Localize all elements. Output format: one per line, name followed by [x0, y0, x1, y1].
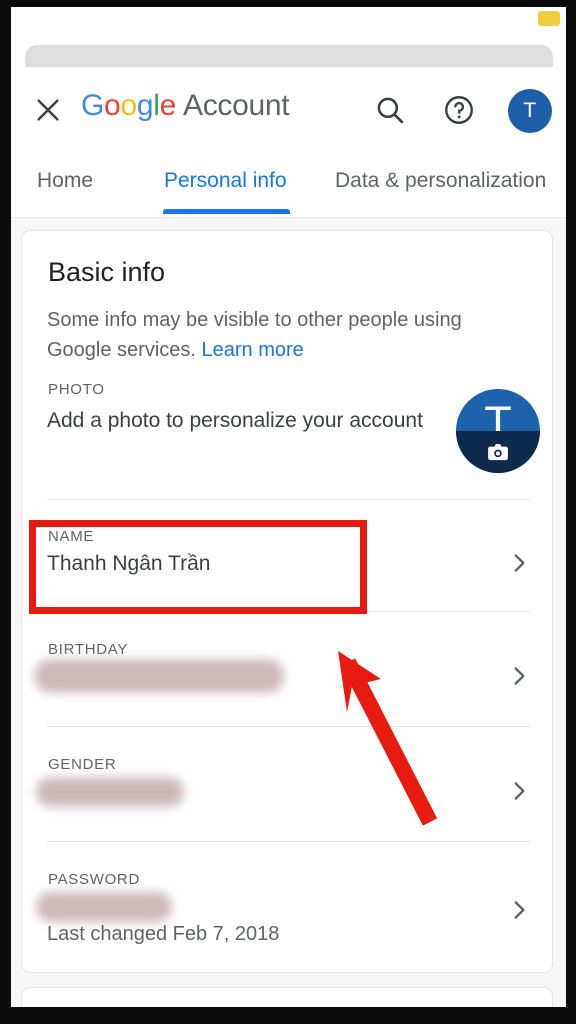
- row-label-gender: GENDER: [48, 756, 117, 773]
- chevron-right-icon[interactable]: [506, 550, 532, 576]
- divider: [47, 499, 530, 500]
- row-photo[interactable]: PHOTO Add a photo to personalize your ac…: [22, 381, 554, 501]
- product-name: Account: [182, 89, 290, 122]
- row-label-photo: PHOTO: [48, 381, 105, 398]
- app-header: Google Account T: [11, 67, 566, 155]
- row-value-name: Thanh Ngân Trần: [47, 552, 211, 575]
- chevron-right-icon[interactable]: [506, 778, 532, 804]
- tab-home[interactable]: Home: [37, 169, 93, 193]
- divider: [47, 611, 530, 612]
- redacted-value-birthday: [34, 659, 284, 693]
- search-icon[interactable]: [373, 93, 407, 127]
- redacted-value-gender: [36, 777, 184, 807]
- divider: [47, 841, 530, 842]
- tab-bar: Home Personal info Data & personalizatio…: [11, 155, 566, 217]
- chevron-right-icon[interactable]: [506, 663, 532, 689]
- row-value-photo: Add a photo to personalize your account: [47, 409, 423, 432]
- avatar[interactable]: T: [508, 89, 552, 133]
- contact-info-card: Contact info: [21, 987, 553, 1007]
- basic-info-card: Basic info Some info may be visible to o…: [21, 230, 553, 973]
- help-icon[interactable]: [442, 93, 476, 127]
- photo-frame: Google Account T Home Personal info Data…: [0, 0, 576, 1024]
- tab-data-personalization[interactable]: Data & personalization: [335, 169, 546, 193]
- phone-screen: Google Account T Home Personal info Data…: [11, 7, 566, 1007]
- close-icon[interactable]: [33, 95, 63, 125]
- row-label-name: NAME: [48, 528, 95, 545]
- profile-photo-avatar[interactable]: T: [456, 389, 540, 473]
- row-birthday[interactable]: BIRTHDAY: [22, 629, 554, 727]
- avatar-initial: T: [523, 99, 537, 122]
- password-last-changed: Last changed Feb 7, 2018: [47, 923, 280, 945]
- page-title: Basic info: [48, 257, 166, 287]
- chevron-right-icon[interactable]: [506, 897, 532, 923]
- status-badge: [538, 11, 560, 26]
- tab-personal-info[interactable]: Personal info: [164, 169, 287, 193]
- card-description: Some info may be visible to other people…: [47, 305, 527, 365]
- learn-more-link[interactable]: Learn more: [202, 339, 304, 361]
- row-password[interactable]: PASSWORD Last changed Feb 7, 2018: [22, 859, 554, 969]
- divider: [47, 726, 530, 727]
- row-label-birthday: BIRTHDAY: [48, 641, 129, 658]
- camera-icon: [487, 443, 509, 461]
- page-body: Basic info Some info may be visible to o…: [11, 218, 566, 1007]
- brand-title: Google Account: [81, 89, 290, 123]
- row-label-password: PASSWORD: [48, 871, 140, 888]
- row-gender[interactable]: GENDER: [22, 744, 554, 842]
- google-logo: Google: [81, 89, 176, 122]
- active-tab-indicator: [163, 209, 290, 214]
- redacted-value-password: [36, 892, 172, 922]
- row-name[interactable]: NAME Thanh Ngân Trần: [22, 516, 554, 612]
- browser-chrome-bar: [25, 45, 553, 67]
